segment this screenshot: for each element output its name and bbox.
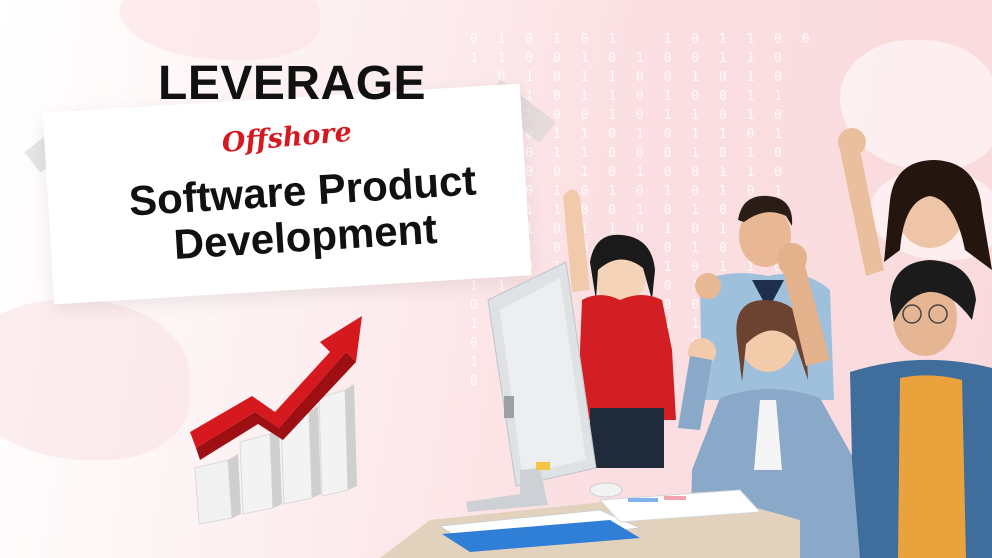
desk	[380, 482, 800, 558]
person-woman-right	[838, 128, 992, 276]
hero-banner: 0 1 0 1 0 1 1 0 1 1 0 0 1 1 0 0 1 0 1 0 …	[0, 0, 992, 558]
illustration	[190, 128, 992, 558]
monitor-icon	[466, 261, 597, 512]
growth-chart-arrow-icon	[190, 316, 362, 525]
